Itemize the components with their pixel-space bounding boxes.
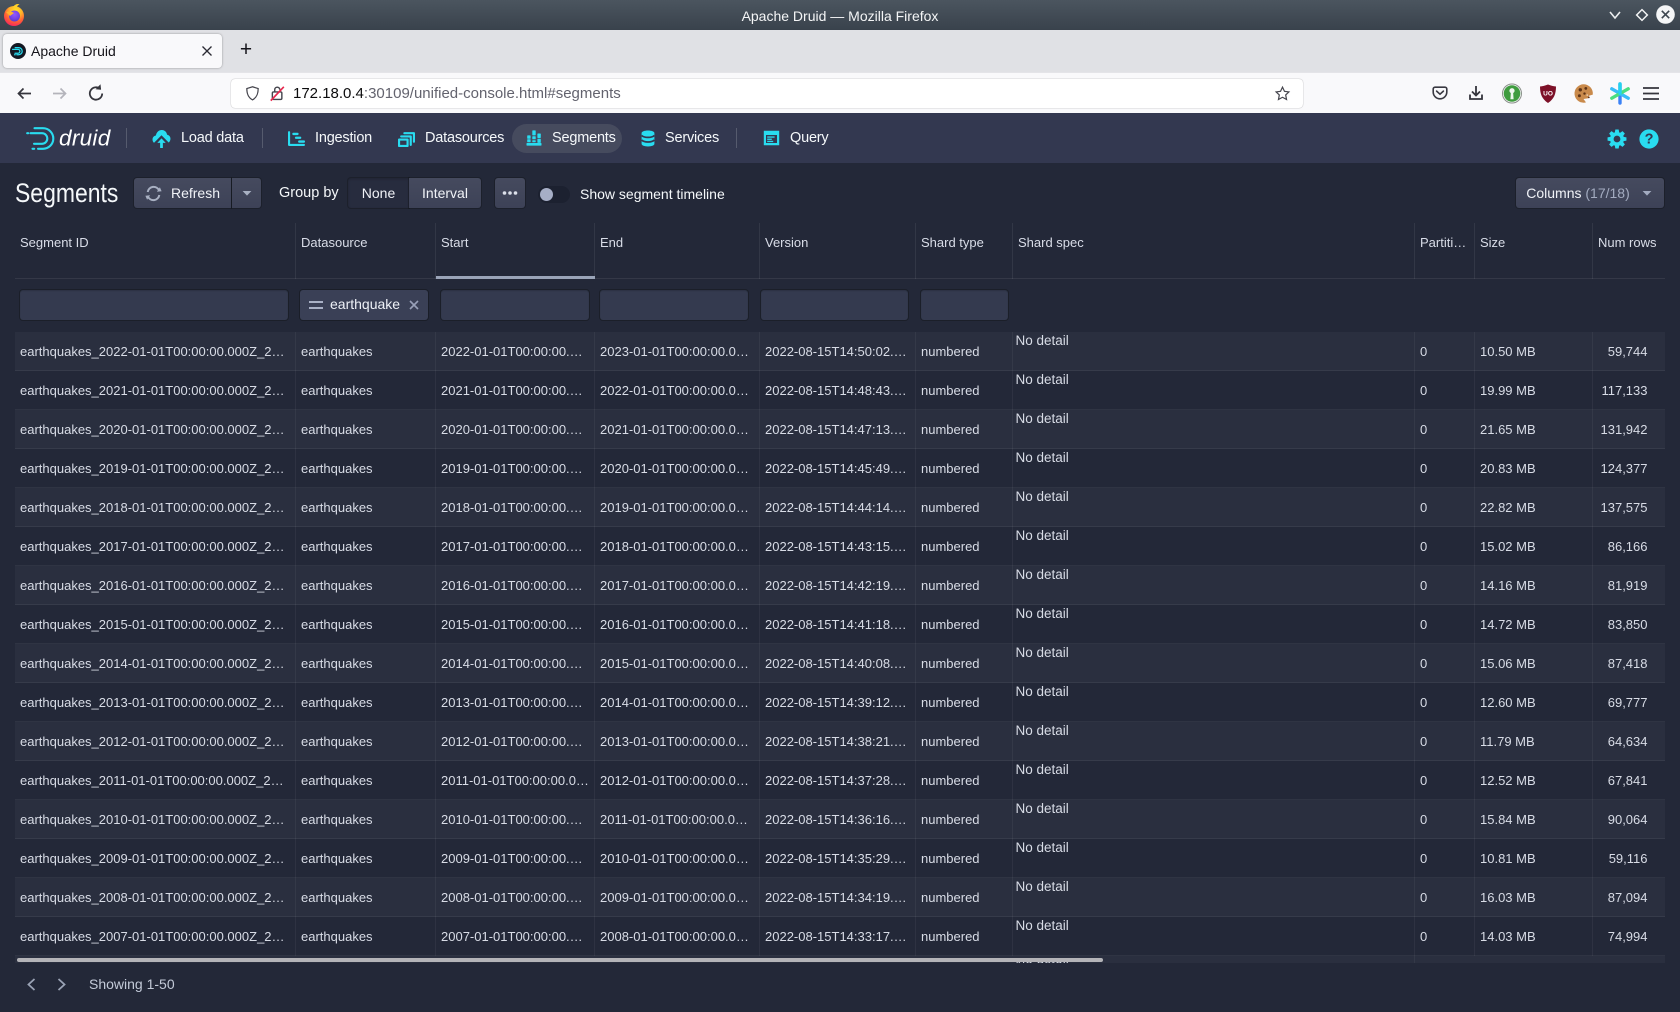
svg-text:UO: UO: [1543, 90, 1553, 97]
svg-text:?: ?: [1645, 132, 1654, 148]
svg-text:druid: druid: [59, 126, 111, 151]
